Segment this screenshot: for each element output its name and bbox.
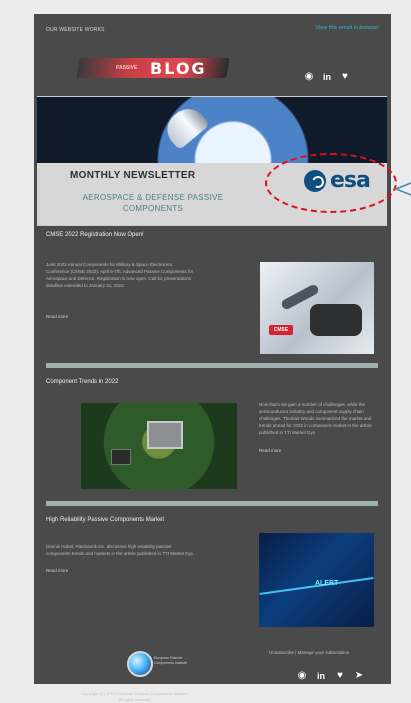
- top-left-text: OUR WEBSITE WORKS: [46, 27, 105, 33]
- footer-links[interactable]: Unsubscribe | Manage your subscription: [269, 650, 349, 655]
- globe-icon[interactable]: ◉: [304, 72, 314, 82]
- alert-text: ALERT: [315, 580, 339, 587]
- linkedin-icon[interactable]: in: [316, 671, 326, 681]
- chip-shape-2: [111, 449, 131, 465]
- alert-image: ALERT: [259, 533, 374, 627]
- car-shape: [310, 304, 362, 336]
- component-board-image: [81, 403, 237, 489]
- section-title-3[interactable]: High Reliability Passive Components Mark…: [46, 517, 164, 523]
- twitter-icon[interactable]: ♥: [340, 72, 350, 82]
- twitter-icon[interactable]: ♥: [335, 671, 345, 681]
- newsletter-page: OUR WEBSITE WORKS View this email in bro…: [34, 14, 411, 702]
- esa-text: esa: [330, 168, 371, 193]
- newsletter-title: MONTHLY NEWSLETTER: [70, 170, 196, 181]
- cmse-badge: CMSE: [269, 325, 293, 335]
- section-body-2: Now that’s we gain a number of challenge…: [259, 402, 372, 435]
- footer-copyright: Copyright (C) 2022 European Passive Comp…: [81, 691, 189, 702]
- footer-logo-text: European Passive Components Institute: [154, 656, 188, 665]
- telegram-icon[interactable]: ➤: [354, 671, 364, 681]
- cmse-image: CMSE: [260, 262, 374, 354]
- chip-shape: [147, 421, 183, 449]
- footer-logo-icon: [127, 651, 153, 677]
- footer-social-icons: ◉ in ♥ ➤: [297, 671, 364, 682]
- section-divider-1: [46, 363, 378, 368]
- section-title-2[interactable]: Component Trends in 2022: [46, 379, 118, 385]
- section-body-1: Joint 2022 Annual Components for Militar…: [46, 262, 194, 288]
- section-divider-2: [46, 501, 378, 506]
- esa-logo: esa: [292, 168, 390, 200]
- read-more-3[interactable]: Read more: [46, 568, 68, 573]
- globe-icon[interactable]: ◉: [297, 671, 307, 681]
- logo-small-text: PASSIVE: [116, 65, 138, 71]
- read-more-2[interactable]: Read more: [259, 448, 281, 453]
- view-in-browser-link[interactable]: View this email in browser: [316, 25, 379, 31]
- esa-icon: [304, 170, 326, 192]
- logo-main-text: BLOG: [150, 59, 207, 78]
- top-social-icons: ◉ in ♥: [304, 72, 350, 83]
- linkedin-icon[interactable]: in: [322, 72, 332, 82]
- section-title-1[interactable]: CMSE 2022 Registration Now Open!: [46, 232, 144, 238]
- read-more-1[interactable]: Read more: [46, 314, 68, 319]
- top-bar: OUR WEBSITE WORKS View this email in bro…: [34, 14, 391, 50]
- section-body-3: Dennis Hubel, Paumanok Inc. discusses hi…: [46, 544, 195, 556]
- newsletter-subtitle: AEROSPACE & DEFENSE PASSIVE COMPONENTS: [82, 193, 224, 213]
- arrow-icon: [394, 182, 411, 196]
- passive-blog-logo: PASSIVE BLOG: [62, 54, 250, 82]
